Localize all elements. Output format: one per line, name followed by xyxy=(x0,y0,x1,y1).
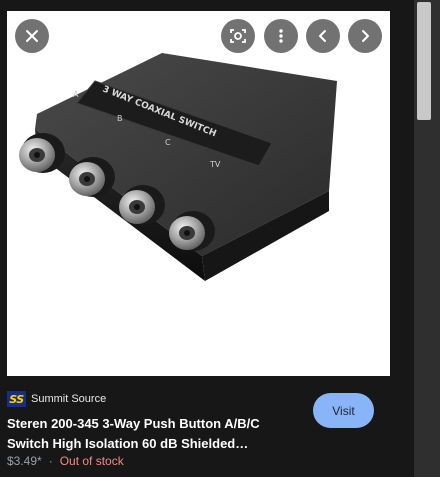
source-name: Summit Source xyxy=(31,393,107,405)
more-vert-icon xyxy=(279,29,283,43)
port-label-c: C xyxy=(165,138,171,147)
scrollbar-thumb[interactable] xyxy=(417,2,431,120)
image-viewer-panel: 3 WAY COAXIAL SWITCH A B C TV SS Summit … xyxy=(0,0,414,477)
connector-a xyxy=(19,133,65,173)
product-title[interactable]: Steren 200-345 3-Way Push Button A/B/C S… xyxy=(7,414,297,454)
close-icon xyxy=(26,30,38,42)
chevron-left-icon xyxy=(319,30,326,42)
visit-button[interactable]: Visit xyxy=(313,393,374,428)
previous-image-button[interactable] xyxy=(306,19,340,53)
price: $3.49* xyxy=(7,454,42,468)
product-title-line-1: Steren 200-345 3-Way Push Button A/B/C xyxy=(7,416,260,431)
source-row[interactable]: SS Summit Source xyxy=(7,390,106,408)
product-title-line-2: Switch High Isolation 60 dB Shielded… xyxy=(7,436,249,451)
lens-search-button[interactable] xyxy=(221,19,255,53)
separator-dot: · xyxy=(48,454,53,468)
close-button[interactable] xyxy=(15,19,49,53)
price-row: $3.49* · Out of stock xyxy=(7,454,124,468)
product-image[interactable]: 3 WAY COAXIAL SWITCH A B C TV xyxy=(7,11,390,376)
more-options-button[interactable] xyxy=(264,19,298,53)
port-label-b: B xyxy=(117,114,123,123)
source-logo: SS xyxy=(7,391,26,407)
coaxial-switch-illustration: 3 WAY COAXIAL SWITCH A B C TV xyxy=(19,53,337,281)
stock-status: Out of stock xyxy=(59,454,124,468)
chevron-right-icon xyxy=(362,30,369,42)
lens-icon xyxy=(230,29,246,43)
port-label-tv: TV xyxy=(209,160,221,169)
port-label-a: A xyxy=(73,90,79,99)
next-image-button[interactable] xyxy=(348,19,382,53)
